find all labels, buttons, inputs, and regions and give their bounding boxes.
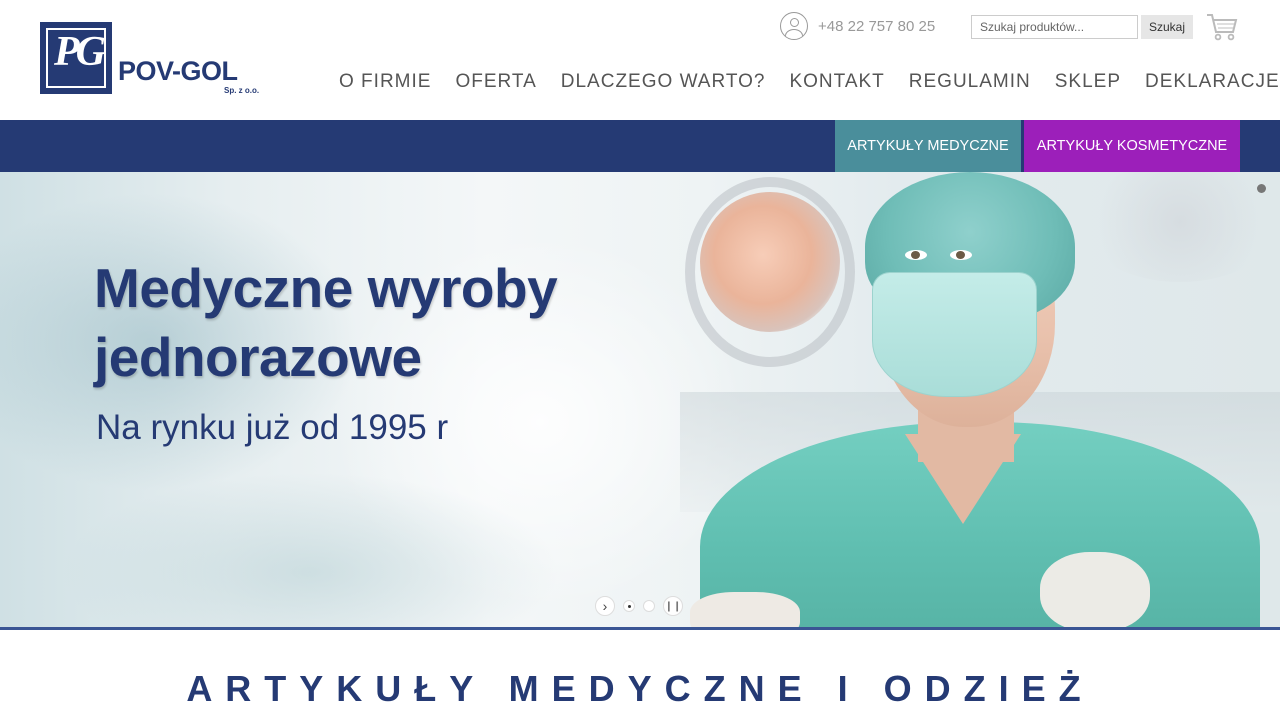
- slider-controls: › ❙❙: [595, 596, 683, 616]
- hero-subtitle: Na rynku już od 1995 r: [96, 408, 449, 447]
- phone-number[interactable]: +48 22 757 80 25: [818, 18, 935, 35]
- hero-slider: Medyczne wyroby jednorazowe Na rynku już…: [0, 172, 1280, 628]
- nav-item-sklep[interactable]: SKLEP: [1055, 71, 1121, 93]
- hero-title: Medyczne wyroby jednorazowe: [94, 254, 654, 392]
- hero-title-line2: jednorazowe: [94, 326, 422, 388]
- hero-divider: [0, 627, 1280, 630]
- search-form: Szukaj: [971, 15, 1193, 39]
- user-icon[interactable]: [780, 12, 808, 40]
- logo-name: POV-GOL: [118, 56, 238, 86]
- section-title: ARTYKUŁY MEDYCZNE I ODZIEŻ: [186, 668, 1094, 709]
- nav-item-oferta[interactable]: OFERTA: [455, 71, 536, 93]
- nav-item-regulamin[interactable]: REGULAMIN: [909, 71, 1031, 93]
- search-input[interactable]: [971, 15, 1138, 39]
- contact-info: +48 22 757 80 25: [780, 12, 935, 40]
- site-header: PG POV-GOL Sp. z o.o. +48 22 757 80 25 S…: [0, 0, 1280, 120]
- cart-icon[interactable]: [1206, 12, 1238, 42]
- logo[interactable]: PG POV-GOL Sp. z o.o.: [40, 22, 265, 96]
- slider-dot-1[interactable]: [623, 600, 635, 612]
- logo-mark: PG: [40, 22, 112, 94]
- category-medical-button[interactable]: ARTYKUŁY MEDYCZNE: [835, 120, 1021, 172]
- category-cosmetic-button[interactable]: ARTYKUŁY KOSMETYCZNE: [1024, 120, 1240, 172]
- nav-item-dlaczego-warto[interactable]: DLACZEGO WARTO?: [561, 71, 766, 93]
- nav-item-o-firmie[interactable]: O FIRMIE: [339, 71, 431, 93]
- slider-next-button[interactable]: ›: [595, 596, 615, 616]
- slider-pause-button[interactable]: ❙❙: [663, 596, 683, 616]
- nav-item-deklaracje[interactable]: DEKLARACJE: [1145, 71, 1280, 93]
- scroll-indicator-dot[interactable]: [1257, 184, 1266, 193]
- nav-item-kontakt[interactable]: KONTAKT: [789, 71, 884, 93]
- main-nav: O FIRMIE OFERTA DLACZEGO WARTO? KONTAKT …: [339, 71, 1280, 93]
- hero-title-line1: Medyczne wyroby: [94, 257, 558, 319]
- logo-letters: PG: [54, 29, 106, 75]
- search-button[interactable]: Szukaj: [1141, 15, 1193, 39]
- logo-suffix: Sp. z o.o.: [224, 86, 260, 95]
- slider-dot-2[interactable]: [643, 600, 655, 612]
